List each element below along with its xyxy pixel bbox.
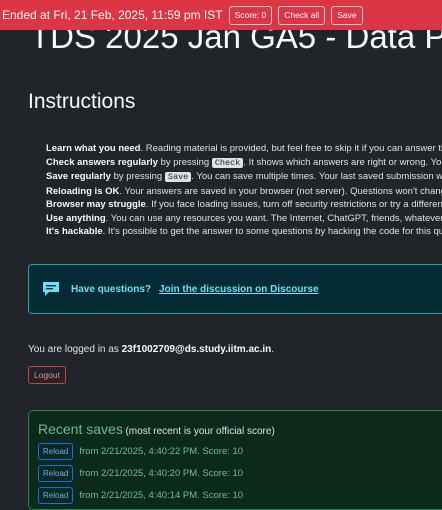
instructions-list: 1.Learn what you need. Reading material …	[46, 142, 442, 239]
recent-saves-heading: Recent saves	[38, 421, 123, 437]
questions-alert: Have questions? Join the discussion on D…	[28, 264, 442, 314]
save-entry-text: from 2/21/2025, 4:40:20 PM. Score: 10	[79, 468, 244, 479]
list-item: 3.Save regularly by pressing Save. You c…	[46, 171, 442, 182]
reload-button[interactable]: Reload	[38, 487, 74, 504]
reload-button[interactable]: Reload	[38, 443, 74, 460]
logout-button[interactable]: Logout	[28, 366, 66, 384]
discourse-link[interactable]: Join the discussion on Discourse	[159, 284, 318, 295]
save-button[interactable]: Save	[331, 5, 363, 25]
list-item: Reload from 2/21/2025, 4:40:22 PM. Score…	[38, 443, 243, 460]
questions-label: Have questions?	[71, 283, 152, 295]
list-item: 2.Check answers regularly by pressing Ch…	[46, 156, 442, 168]
check-all-button[interactable]: Check all	[278, 5, 326, 25]
deadline-text: Ended at Fri, 21 Feb, 2025, 11:59 pm IST	[2, 8, 223, 22]
score-button[interactable]: Score: 0	[228, 5, 273, 25]
reload-button[interactable]: Reload	[38, 465, 74, 482]
list-item: Reload from 2/21/2025, 4:40:20 PM. Score…	[38, 465, 243, 482]
save-key-label: Save	[164, 172, 192, 182]
save-entry-text: from 2/21/2025, 4:40:22 PM. Score: 10	[79, 446, 244, 457]
list-item: 7.It's hackable. It's possible to get th…	[46, 226, 442, 237]
login-status: You are logged in as 23f1002709@ds.study…	[28, 344, 275, 355]
check-key-label: Check	[211, 157, 244, 168]
recent-saves-subheading: (most recent is your official score)	[125, 426, 275, 437]
list-item: 5.Browser may struggle. If you face load…	[46, 199, 442, 210]
save-entry-text: from 2/21/2025, 4:40:14 PM. Score: 10	[79, 490, 244, 501]
list-item: 6.Use anything. You can use any resource…	[46, 212, 442, 224]
user-email: 23f1002709@ds.study.iitm.ac.in	[121, 344, 272, 355]
recent-saves-panel: Recent saves (most recent is your offici…	[28, 410, 442, 510]
list-item: Reload from 2/21/2025, 4:40:14 PM. Score…	[38, 487, 243, 504]
list-item: 4.Reloading is OK. Your answers are save…	[46, 185, 442, 197]
instructions-heading: Instructions	[28, 90, 136, 113]
chat-icon	[43, 282, 59, 296]
status-banner: Ended at Fri, 21 Feb, 2025, 11:59 pm IST…	[0, 0, 442, 30]
list-item: 1.Learn what you need. Reading material …	[46, 143, 442, 154]
